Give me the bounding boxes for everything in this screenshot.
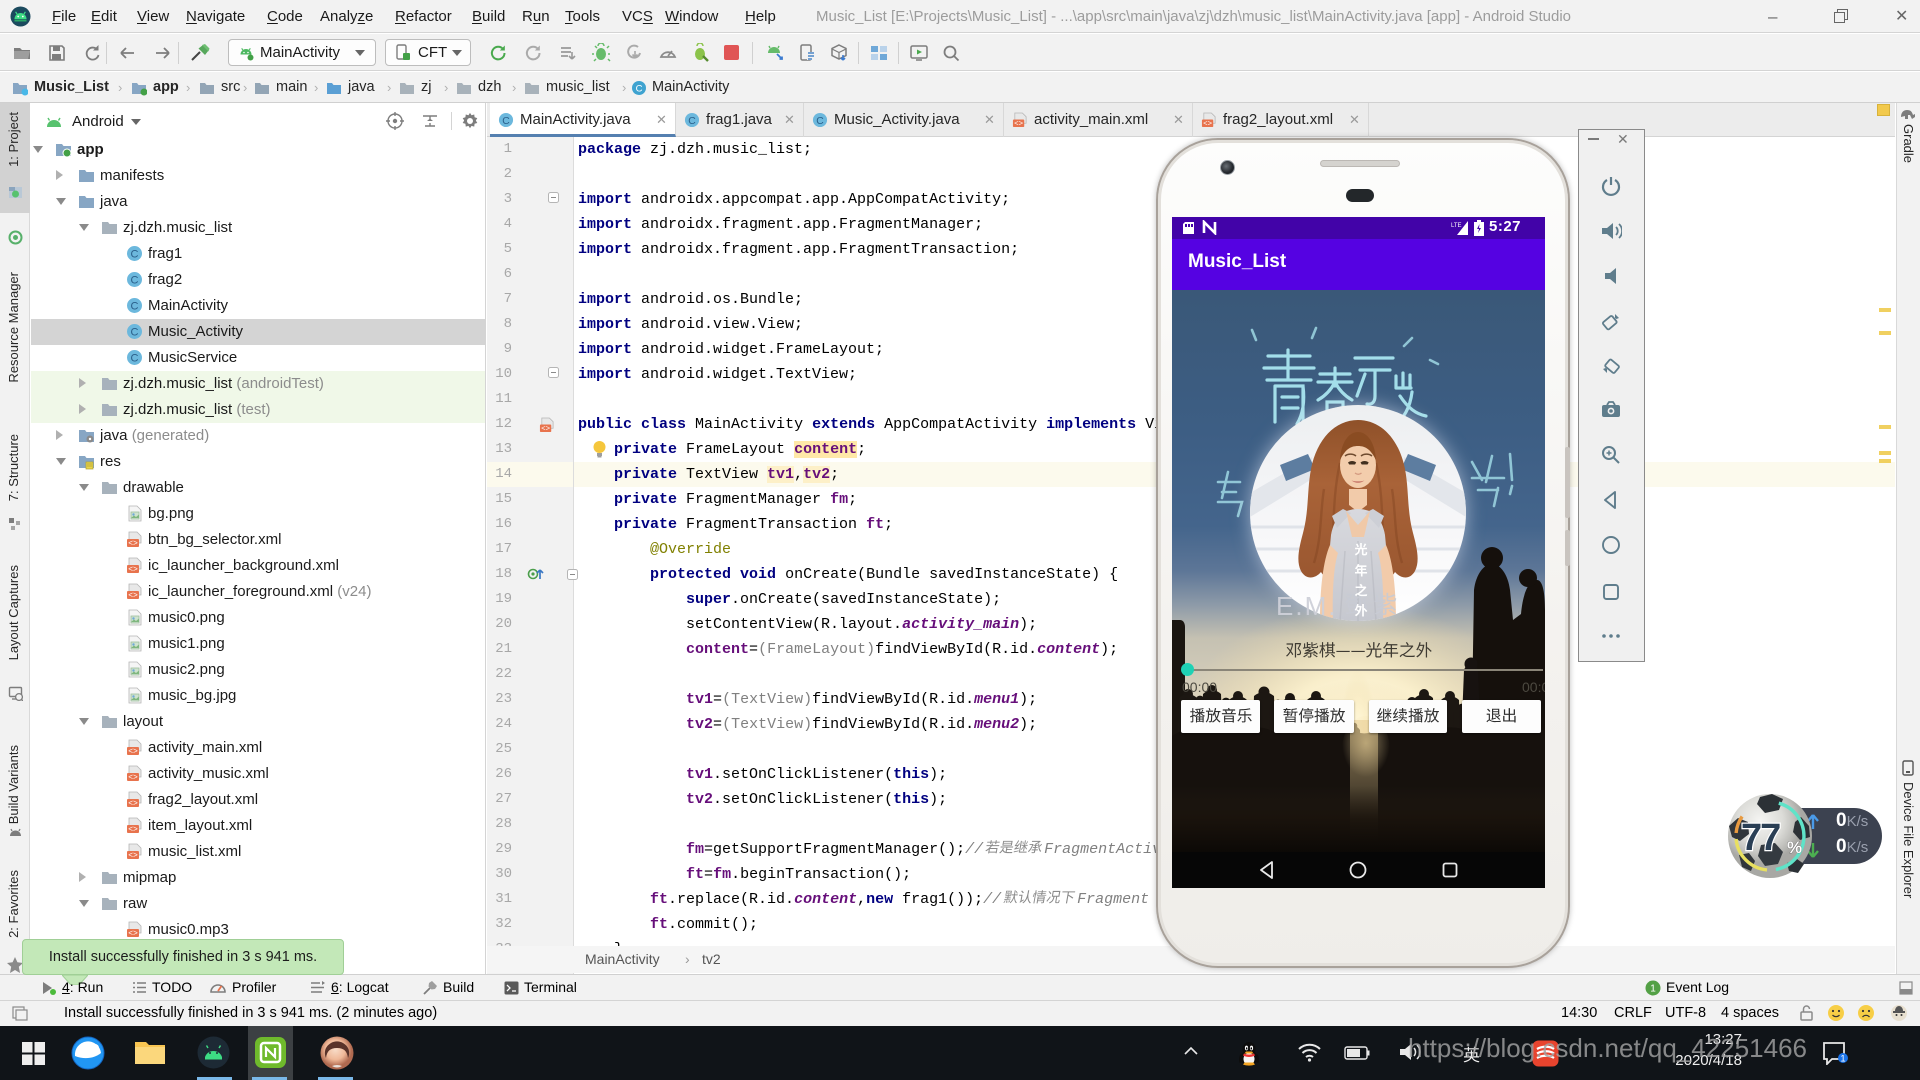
svg-text:C: C [502, 116, 510, 127]
svg-text:<>: <> [1014, 121, 1024, 128]
svg-text:C: C [131, 301, 139, 313]
svg-text:1: 1 [1650, 984, 1656, 995]
svg-text:<>: <> [128, 748, 138, 757]
svg-text:C: C [688, 116, 696, 127]
svg-text:C: C [131, 353, 139, 365]
svg-text:<>: <> [128, 852, 138, 861]
svg-text:77: 77 [1741, 817, 1780, 859]
svg-text:<>: <> [128, 800, 138, 809]
svg-text:1: 1 [1840, 1054, 1845, 1064]
svg-text:%: % [1787, 838, 1802, 857]
svg-text:C: C [636, 84, 643, 95]
svg-text:<>: <> [541, 426, 551, 433]
svg-text:<>: <> [128, 774, 138, 783]
svg-text:<>: <> [128, 826, 138, 835]
svg-text:C: C [131, 275, 139, 287]
svg-text:C: C [131, 249, 139, 261]
svg-text:C: C [816, 116, 824, 127]
svg-text:<>: <> [128, 930, 138, 939]
svg-text:<>: <> [128, 566, 138, 575]
svg-text:<>: <> [128, 540, 138, 549]
svg-text:LTE: LTE [1451, 223, 1462, 229]
svg-text:<>: <> [128, 592, 138, 601]
svg-text:<>: <> [1203, 121, 1213, 128]
svg-text:C: C [131, 327, 139, 339]
